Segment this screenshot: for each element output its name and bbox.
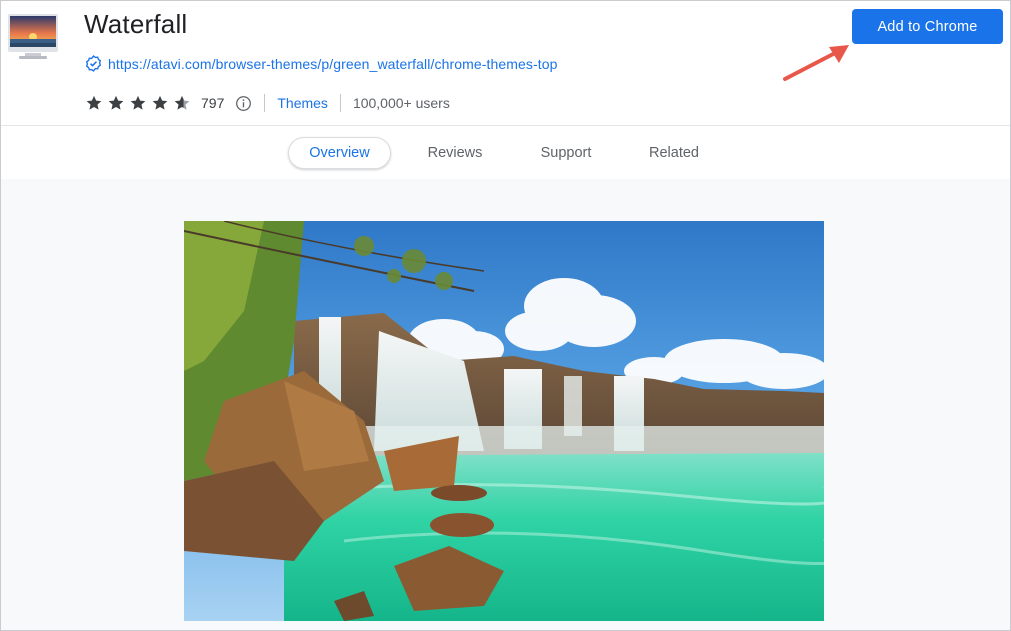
tab-reviews[interactable]: Reviews — [415, 137, 495, 169]
rating-count[interactable]: 797 — [201, 95, 224, 111]
star-icon — [130, 95, 146, 110]
rating-stars — [85, 94, 195, 112]
verified-badge-icon — [85, 55, 102, 72]
theme-preview-image[interactable] — [184, 221, 824, 621]
divider — [339, 94, 341, 112]
divider — [264, 94, 266, 112]
meta-row: 797 Themes 100,000+ users — [85, 93, 450, 113]
detail-tabs: Overview Reviews Support Related — [1, 127, 1010, 179]
category-link[interactable]: Themes — [277, 95, 328, 111]
user-count: 100,000+ users — [352, 95, 450, 111]
star-icon — [108, 95, 124, 110]
theme-thumbnail-icon — [8, 14, 58, 59]
extension-header: Waterfall https://atavi.com/browser-them… — [1, 1, 1010, 126]
add-to-chrome-button[interactable]: Add to Chrome — [852, 9, 1003, 44]
star-icon — [152, 95, 168, 110]
website-row: https://atavi.com/browser-themes/p/green… — [85, 55, 558, 72]
star-icon — [174, 95, 190, 110]
annotation-arrow-icon — [783, 45, 849, 81]
screenshot-gallery — [1, 179, 1010, 630]
extension-detail-page: Waterfall https://atavi.com/browser-them… — [0, 0, 1011, 631]
star-icon — [86, 95, 102, 110]
tab-related[interactable]: Related — [635, 137, 713, 169]
info-icon[interactable] — [235, 95, 252, 112]
extension-title: Waterfall — [84, 9, 188, 39]
tab-overview[interactable]: Overview — [288, 137, 391, 169]
tab-support[interactable]: Support — [525, 137, 607, 169]
website-link[interactable]: https://atavi.com/browser-themes/p/green… — [108, 56, 558, 72]
